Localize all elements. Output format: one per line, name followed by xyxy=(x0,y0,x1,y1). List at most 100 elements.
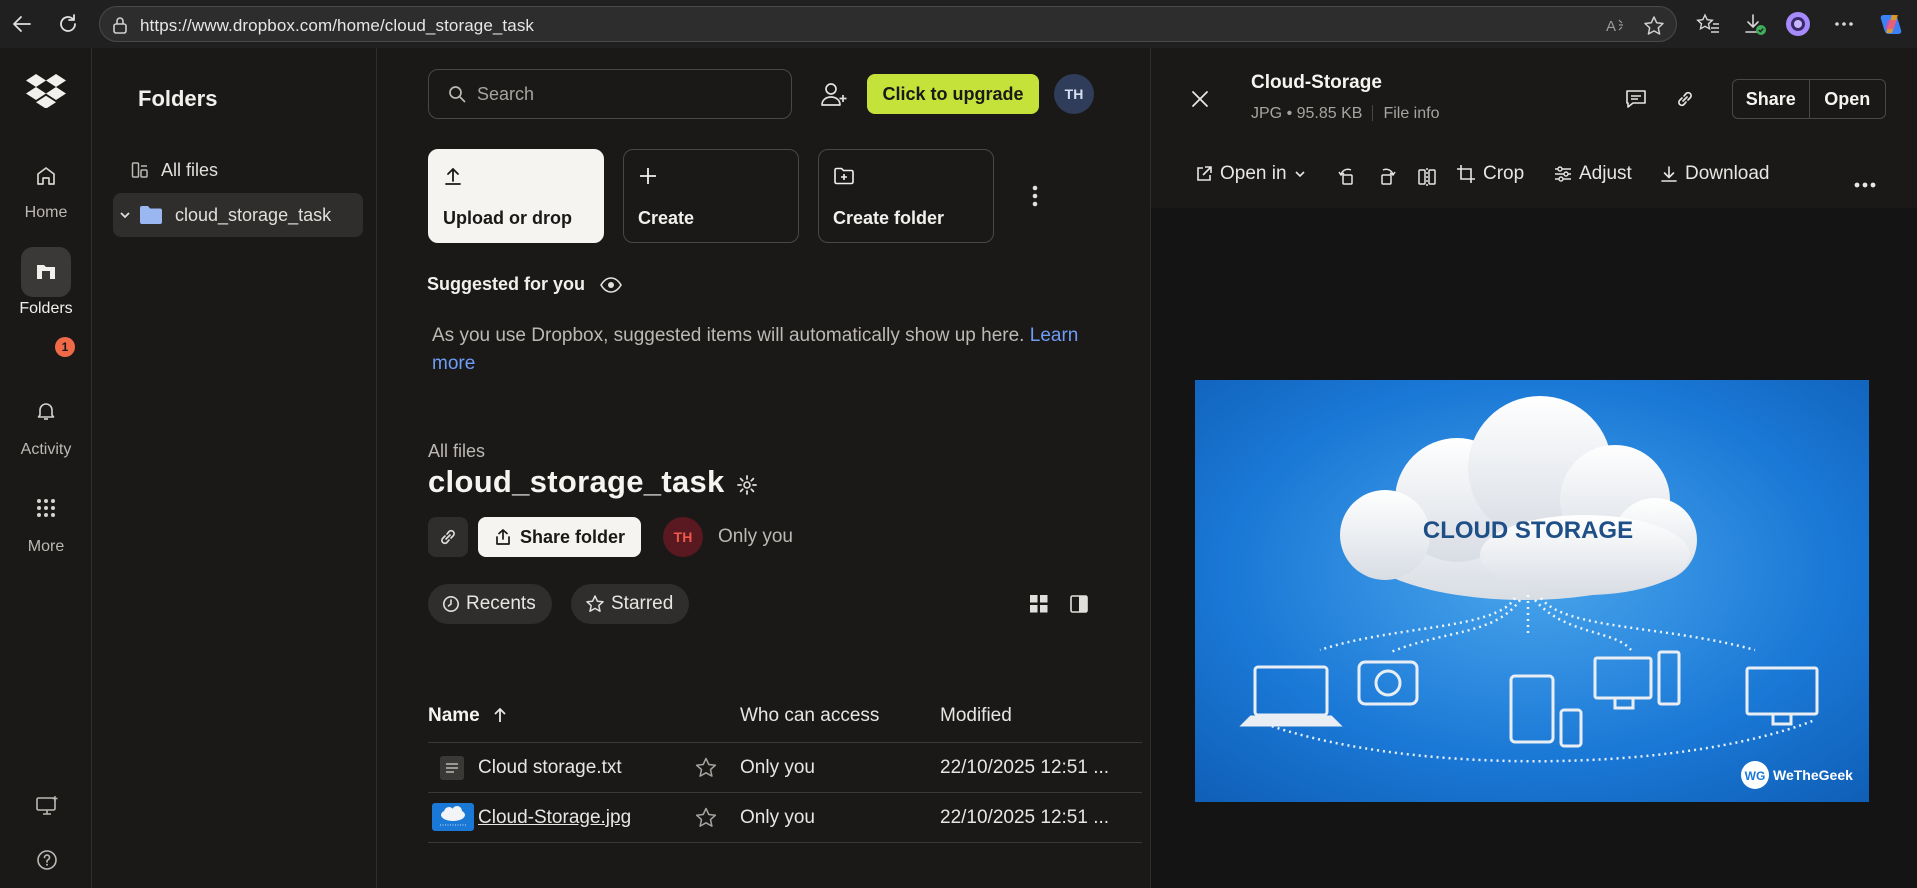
search-placeholder: Search xyxy=(477,84,535,104)
favorites-icon[interactable] xyxy=(1695,11,1721,37)
refresh-button[interactable] xyxy=(54,10,82,38)
rail-activity-label: Activity xyxy=(20,441,72,458)
file-name[interactable]: Cloud-Storage.jpg xyxy=(478,807,631,829)
preview-meta-text: JPG • 95.85 KB xyxy=(1251,105,1363,122)
learn-more-link-text-1: Learn xyxy=(1029,325,1079,346)
url-text: https://www.dropbox.com/home/cloud_stora… xyxy=(140,16,535,35)
folder-settings-gear-icon[interactable] xyxy=(736,474,758,501)
help-icon[interactable] xyxy=(36,849,58,876)
desktop-app-icon[interactable] xyxy=(35,795,59,822)
all-files-label: All files xyxy=(161,159,219,180)
sidebar-item-all-files[interactable]: All files xyxy=(113,148,363,192)
flip-icon[interactable] xyxy=(1417,167,1437,192)
new-folder-icon xyxy=(833,166,855,191)
recents-label: Recents xyxy=(466,593,536,614)
page-title: cloud_storage_task xyxy=(428,464,725,499)
share-folder-button[interactable]: Share folder xyxy=(478,517,641,557)
copy-link-button[interactable] xyxy=(428,517,468,557)
grid-view-icon[interactable] xyxy=(1030,595,1048,618)
address-bar[interactable]: https://www.dropbox.com/home/cloud_stora… xyxy=(99,6,1677,42)
crop-button[interactable]: Crop xyxy=(1456,163,1524,185)
favorite-star-icon[interactable] xyxy=(1643,15,1665,42)
chevron-down-icon xyxy=(1294,171,1305,178)
account-avatar[interactable]: TH xyxy=(1054,74,1094,114)
learn-more-link-text-2: more xyxy=(432,353,476,374)
file-modified: 22/10/2025 12:51 ... xyxy=(940,757,1110,778)
upgrade-button[interactable]: Click to upgrade xyxy=(867,74,1039,114)
open-in-button[interactable]: Open in xyxy=(1195,163,1306,185)
recents-filter[interactable]: Recents xyxy=(428,584,552,624)
starred-filter[interactable]: Starred xyxy=(571,584,690,624)
add-user-icon[interactable] xyxy=(820,81,848,112)
file-info-link[interactable]: File info xyxy=(1383,105,1439,122)
create-button[interactable]: Create xyxy=(623,149,799,243)
star-icon[interactable] xyxy=(694,756,718,785)
column-access[interactable]: Who can access xyxy=(740,705,879,727)
downloads-icon[interactable] xyxy=(1742,11,1768,37)
chevron-down-icon[interactable] xyxy=(119,209,131,221)
search-icon xyxy=(448,85,466,108)
preview-share-button[interactable]: Share xyxy=(1733,80,1809,118)
all-files-icon xyxy=(131,161,149,179)
table-divider xyxy=(428,792,1142,793)
text-file-icon xyxy=(439,755,465,786)
download-button[interactable]: Download xyxy=(1660,163,1770,185)
file-preview-panel: Cloud-Storage JPG • 95.85 KB File info Sh… xyxy=(1150,48,1917,888)
rail-activity[interactable]: Activity xyxy=(0,391,92,459)
home-icon xyxy=(21,151,71,201)
back-button[interactable] xyxy=(8,10,36,38)
file-access: Only you xyxy=(740,807,815,828)
column-name[interactable]: Name xyxy=(428,705,507,729)
dropbox-logo-icon[interactable] xyxy=(26,74,66,113)
preview-open-button[interactable]: Open xyxy=(1808,80,1886,118)
rail-folders[interactable]: Folders xyxy=(0,247,92,318)
more-actions-icon[interactable] xyxy=(1032,185,1038,212)
suggested-title-text: Suggested for you xyxy=(427,274,586,294)
browser-toolbar: https://www.dropbox.com/home/cloud_stora… xyxy=(0,0,1917,48)
link-icon[interactable] xyxy=(1676,88,1694,115)
breadcrumb[interactable]: All files xyxy=(428,441,485,462)
file-access: Only you xyxy=(740,757,815,778)
rotate-right-icon[interactable] xyxy=(1377,167,1397,192)
nav-rail: Home Folders Activity 1 More xyxy=(0,48,92,888)
rail-home[interactable]: Home xyxy=(0,151,92,222)
column-modified[interactable]: Modified xyxy=(940,705,1012,727)
svg-text:WG: WG xyxy=(1745,769,1766,783)
image-thumbnail xyxy=(432,803,474,831)
table-divider xyxy=(428,842,1142,843)
folders-sidebar: Folders All files cloud_storage_task xyxy=(93,48,377,888)
preview-meta: JPG • 95.85 KB File info xyxy=(1251,105,1439,123)
preview-title: Cloud-Storage xyxy=(1251,72,1382,93)
more-options-icon[interactable] xyxy=(1854,175,1876,193)
folder-icon xyxy=(139,205,163,225)
sidebar-item-cloud-storage-task[interactable]: cloud_storage_task xyxy=(113,193,363,237)
grid-icon xyxy=(21,488,71,528)
folder-label: cloud_storage_task xyxy=(175,204,332,225)
eye-icon[interactable] xyxy=(600,277,622,298)
suggested-title: Suggested for you xyxy=(427,274,622,298)
comment-icon[interactable] xyxy=(1625,89,1647,114)
image-preview[interactable]: CLOUD STORAGE WG WeTheGeek xyxy=(1195,380,1869,802)
create-folder-button[interactable]: Create folder xyxy=(818,149,994,243)
upload-button[interactable]: Upload or drop xyxy=(428,149,604,243)
search-input[interactable]: Search xyxy=(428,69,792,119)
starred-label: Starred xyxy=(611,593,674,614)
rail-more[interactable]: More xyxy=(0,488,92,556)
plus-icon xyxy=(638,166,658,191)
more-menu-icon[interactable] xyxy=(1831,11,1857,37)
star-icon[interactable] xyxy=(694,806,718,835)
upload-icon xyxy=(443,166,463,191)
info-panel-toggle-icon[interactable] xyxy=(1070,595,1088,618)
member-avatar[interactable]: TH xyxy=(663,517,703,557)
preview-header: Cloud-Storage JPG • 95.85 KB File info Sh… xyxy=(1151,48,1917,208)
dropbox-app: Home Folders Activity 1 More Folders All… xyxy=(0,48,1917,888)
profile-icon[interactable] xyxy=(1785,11,1811,37)
adjust-button[interactable]: Adjust xyxy=(1554,163,1632,185)
create-label: Create xyxy=(638,208,695,228)
close-icon[interactable] xyxy=(1191,90,1209,113)
file-name[interactable]: Cloud storage.txt xyxy=(478,757,622,779)
table-divider xyxy=(428,742,1142,743)
rotate-left-icon[interactable] xyxy=(1337,167,1357,192)
copilot-icon[interactable] xyxy=(1878,11,1904,37)
read-aloud-icon[interactable]: A xyxy=(1605,15,1627,40)
